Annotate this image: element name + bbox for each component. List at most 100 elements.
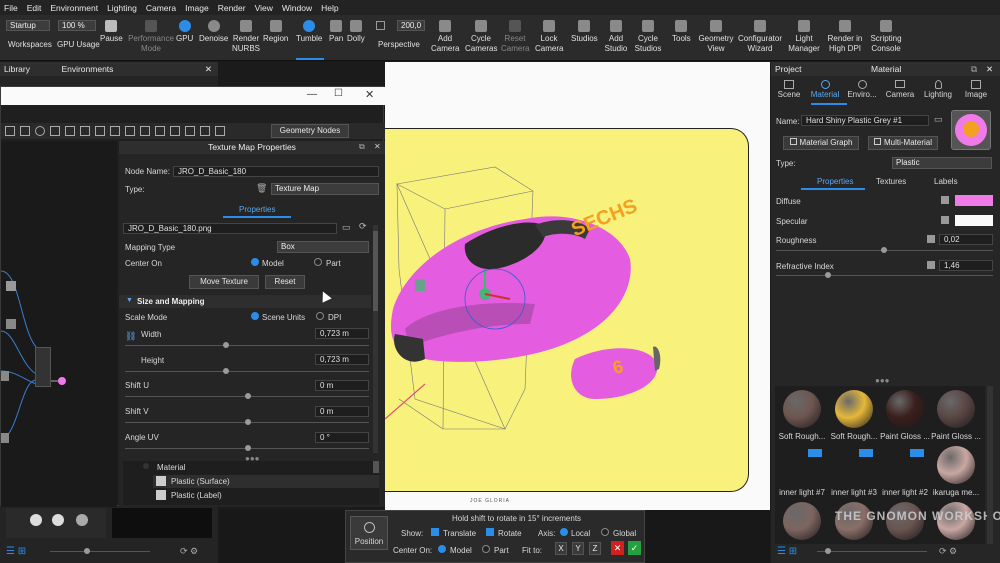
geometry-view-button[interactable]: Geometry View	[698, 20, 734, 54]
library-tab[interactable]: Library	[4, 62, 30, 76]
swatch-name[interactable]: Soft Rough...	[828, 432, 880, 441]
fit-z-button[interactable]: Z	[589, 542, 601, 555]
width-knob[interactable]	[223, 342, 229, 348]
grid-view-icon[interactable]: ☰ ⊞	[777, 546, 797, 557]
menu-lighting[interactable]: Lighting	[107, 3, 137, 13]
trash-icon[interactable]: 🗑	[256, 183, 267, 194]
environment-thumbnail[interactable]	[6, 508, 106, 538]
dolly-button[interactable]: Dolly	[347, 20, 365, 44]
material-swatch-ball[interactable]	[783, 390, 821, 428]
denoise-button[interactable]: Denoise	[199, 20, 228, 44]
texture-node[interactable]	[1, 433, 9, 443]
light-manager-button[interactable]: Light Manager	[786, 20, 822, 54]
add-studio-button[interactable]: Add Studio	[603, 20, 629, 54]
graph-tool-11-icon[interactable]	[155, 126, 165, 136]
rotate-checkbox[interactable]	[486, 528, 494, 536]
shift-v-knob[interactable]	[245, 419, 251, 425]
mapping-type-select[interactable]: Box	[277, 241, 369, 253]
menu-environment[interactable]: Environment	[50, 3, 98, 13]
float-icon[interactable]: ⧉	[359, 142, 365, 152]
graph-tool-10-icon[interactable]	[140, 126, 150, 136]
position-button[interactable]: Position	[350, 516, 388, 550]
menu-camera[interactable]: Camera	[146, 3, 176, 13]
hud-part-radio[interactable]	[482, 545, 490, 553]
tree-material[interactable]: Material	[157, 463, 185, 472]
cycle-studios-button[interactable]: Cycle Studios	[634, 20, 662, 54]
refresh-icon[interactable]: ⟳ ⚙	[180, 546, 198, 557]
performance-mode-button[interactable]: Performance Mode	[128, 20, 174, 54]
tab-textures[interactable]: Textures	[876, 177, 906, 186]
confirm-icon[interactable]: ✓	[628, 541, 641, 555]
node-name-field[interactable]: JRO_D_Basic_180	[173, 166, 379, 177]
properties-tab[interactable]: Properties	[239, 205, 275, 214]
graph-tool-8-icon[interactable]	[110, 126, 120, 136]
texture-node[interactable]	[1, 371, 9, 381]
geometry-nodes-button[interactable]: Geometry Nodes	[271, 124, 349, 138]
swatch-name[interactable]: ikaruga me...	[930, 488, 982, 497]
refractive-texture-icon[interactable]	[927, 261, 935, 269]
close-icon[interactable]: ✕	[374, 142, 381, 151]
tab-camera[interactable]: Camera	[881, 78, 919, 104]
cancel-icon[interactable]: ✕	[611, 541, 624, 555]
material-swatch-ball[interactable]	[937, 390, 975, 428]
graph-tool-3-icon[interactable]	[35, 126, 45, 136]
specular-color-swatch[interactable]	[955, 215, 993, 226]
angle-uv-field[interactable]: 0 °	[315, 432, 369, 443]
thumb-size-slider[interactable]	[50, 551, 150, 552]
tab-properties[interactable]: Properties	[817, 177, 853, 186]
close-icon[interactable]: ✕	[986, 62, 993, 76]
link-icon[interactable]: ⛓	[125, 331, 136, 342]
center-model-radio[interactable]	[251, 258, 259, 266]
graph-tool-1-icon[interactable]	[5, 126, 15, 136]
region-button[interactable]: Region	[263, 20, 288, 44]
scrollbar-thumb[interactable]	[373, 231, 378, 311]
dpi-radio[interactable]	[316, 312, 324, 320]
gpu-percent-select[interactable]: 100 %	[58, 20, 96, 31]
swatch-name[interactable]: inner light #7	[776, 488, 828, 497]
swatch-name[interactable]: Paint Gloss ...	[879, 432, 931, 441]
local-radio[interactable]	[560, 528, 568, 536]
center-part-radio[interactable]	[314, 258, 322, 266]
height-field[interactable]: 0,723 m	[315, 354, 369, 365]
reset-camera-button[interactable]: Reset Camera	[501, 20, 529, 54]
tree-plastic-surface[interactable]: Plastic (Surface)	[171, 477, 230, 486]
shift-u-field[interactable]: 0 m	[315, 380, 369, 391]
material-preview[interactable]	[951, 110, 991, 150]
menu-image[interactable]: Image	[185, 3, 209, 13]
hud-model-radio[interactable]	[438, 545, 446, 553]
add-material-icon[interactable]	[910, 449, 924, 457]
menu-edit[interactable]: Edit	[27, 3, 42, 13]
material-name-field[interactable]: Hard Shiny Plastic Grey #1	[801, 115, 929, 126]
perspective-button[interactable]: Perspective	[378, 40, 420, 50]
global-radio[interactable]	[601, 528, 609, 536]
close-window-icon[interactable]: ✕	[365, 88, 374, 101]
specular-texture-icon[interactable]	[941, 216, 949, 224]
tree-plastic-label[interactable]: Plastic (Label)	[171, 491, 222, 500]
graph-tool-5-icon[interactable]	[65, 126, 75, 136]
graph-tool-13-icon[interactable]	[185, 126, 195, 136]
lock-camera-button[interactable]: Lock Camera	[535, 20, 563, 54]
roughness-knob[interactable]	[881, 247, 887, 253]
material-swatch-ball[interactable]	[835, 390, 873, 428]
refractive-index-field[interactable]: 1,46	[939, 260, 993, 271]
texture-file-field[interactable]: JRO_D_Basic_180.png	[123, 223, 337, 234]
swatch-name[interactable]: Paint Gloss ...	[930, 432, 982, 441]
render-viewport[interactable]: SECHS 6	[384, 62, 770, 510]
tab-labels[interactable]: Labels	[934, 177, 958, 186]
splitter-handle[interactable]: ●●●	[875, 376, 890, 385]
menu-window[interactable]: Window	[282, 3, 312, 13]
swatch-name[interactable]: inner light #3	[828, 488, 880, 497]
translate-checkbox[interactable]	[431, 528, 439, 536]
menu-view[interactable]: View	[255, 3, 273, 13]
gpu-usage-button[interactable]: GPU Usage	[57, 40, 100, 50]
pause-button[interactable]: Pause	[100, 20, 123, 44]
swatch-name[interactable]: Soft Rough...	[776, 432, 828, 441]
menu-render[interactable]: Render	[218, 3, 246, 13]
height-knob[interactable]	[223, 368, 229, 374]
library-scrollbar[interactable]	[987, 386, 993, 544]
mode-select[interactable]: Startup	[6, 20, 50, 31]
add-camera-button[interactable]: Add Camera	[431, 20, 459, 54]
swatch-name[interactable]: inner light #2	[879, 488, 931, 497]
tab-scene[interactable]: Scene	[771, 78, 807, 104]
fit-y-button[interactable]: Y	[572, 542, 584, 555]
